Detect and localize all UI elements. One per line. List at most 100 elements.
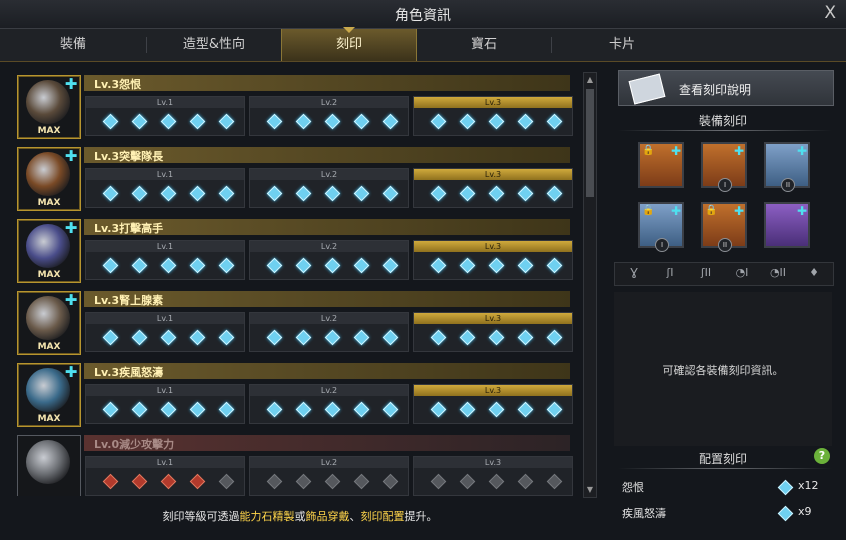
plus-icon: ✚ xyxy=(733,144,744,158)
level-3-box: Lv.3 xyxy=(413,384,573,424)
gem-icon xyxy=(382,185,399,202)
engraving-name: Lv.3打擊高手 xyxy=(94,222,164,235)
ring-1-icon[interactable]: ◔I xyxy=(727,266,757,282)
level-label: Lv.3 xyxy=(414,457,572,468)
engraving-name: Lv.3腎上腺素 xyxy=(94,294,164,307)
plus-icon: ✚ xyxy=(64,291,78,309)
plus-icon: ✚ xyxy=(64,75,78,93)
gem-icon xyxy=(488,401,505,418)
gem-icon xyxy=(430,401,447,418)
gem-icon xyxy=(382,473,399,490)
plus-icon: ✚ xyxy=(64,363,78,381)
tab-gems[interactable]: 寶石 xyxy=(417,29,551,61)
config-row: 疾風怒濤 x9 xyxy=(622,505,812,522)
gem-icon xyxy=(459,329,476,346)
tab-equipment[interactable]: 裝備 xyxy=(0,29,146,61)
gem-icon xyxy=(160,185,177,202)
footer-hint: 刻印等級可透過能力石精製或飾品穿戴、刻印配置提升。 xyxy=(162,510,438,523)
engraving-list: ✚ MAX Lv.3怨恨 Lv.1 Lv.2 Lv.3 ✚ MAX Lv.3突擊隊長 Lv.1 Lv… xyxy=(14,72,576,496)
gem-icon xyxy=(382,257,399,274)
gem-icon xyxy=(488,473,505,490)
gem-icon xyxy=(218,473,235,490)
level-label: Lv.1 xyxy=(86,97,244,108)
help-icon[interactable]: ? xyxy=(814,448,830,464)
scroll-down-icon[interactable]: ▼ xyxy=(585,485,595,495)
engraving-name-bar: Lv.3腎上腺素 xyxy=(84,291,570,307)
equip-item-3[interactable]: ✚ II xyxy=(764,142,810,192)
right-panel: 查看刻印說明 裝備刻印 🔒 ✚ ✚ I ✚ II 🔒 ✚ I 🔒 ✚ II ✚ Ɣ ʃI ʃI… xyxy=(610,66,836,536)
window-title: 角色資訊 xyxy=(395,8,451,24)
gem-icon xyxy=(324,113,341,130)
gem-icon xyxy=(295,473,312,490)
gem-icon xyxy=(102,329,119,346)
level-2-box: Lv.2 xyxy=(249,384,409,424)
max-badge: MAX xyxy=(37,198,61,208)
tab-cards[interactable]: 卡片 xyxy=(552,29,692,61)
gem-icon xyxy=(382,113,399,130)
engraving-scrollbar[interactable]: ▲ ▼ xyxy=(583,72,597,498)
gem-icon xyxy=(459,113,476,130)
engraving-icon[interactable]: ✚ MAX xyxy=(17,291,81,355)
level-3-box: Lv.3 xyxy=(413,456,573,496)
scroll-thumb[interactable] xyxy=(586,89,594,197)
gem-icon xyxy=(295,329,312,346)
gem-icon xyxy=(324,473,341,490)
engraving-icon[interactable]: ✚ MAX xyxy=(17,363,81,427)
gem-icon xyxy=(131,473,148,490)
view-engraving-guide-button[interactable]: 查看刻印說明 xyxy=(618,70,834,106)
equip-item-4[interactable]: 🔒 ✚ I xyxy=(638,202,684,252)
gem-icon xyxy=(430,473,447,490)
tab-appearance[interactable]: 造型&性向 xyxy=(147,29,281,61)
gem-icon xyxy=(160,473,177,490)
plus-icon: ✚ xyxy=(733,204,744,218)
engraving-row: ✚ MAX Lv.3腎上腺素 Lv.1 Lv.2 Lv.3 xyxy=(14,288,573,355)
engraving-icon[interactable]: ✚ MAX xyxy=(17,219,81,283)
gem-icon xyxy=(266,473,283,490)
gem-icon xyxy=(353,473,370,490)
equip-item-6[interactable]: ✚ xyxy=(764,202,810,248)
equip-engraving-header: 裝備刻印 xyxy=(698,114,747,128)
close-icon[interactable]: X xyxy=(824,3,836,23)
gem-icon xyxy=(353,257,370,274)
gem-icon xyxy=(353,113,370,130)
engraving-icon[interactable]: ✚ MAX xyxy=(17,147,81,211)
necklace-icon[interactable]: Ɣ xyxy=(619,266,649,282)
ring-2-icon[interactable]: ◔II xyxy=(763,266,793,282)
gem-icon xyxy=(546,473,563,490)
gem-icon xyxy=(353,401,370,418)
engraving-row: ✚ MAX Lv.3打擊高手 Lv.1 Lv.2 Lv.3 xyxy=(14,216,573,283)
gem-icon xyxy=(218,257,235,274)
equip-item-1[interactable]: 🔒 ✚ xyxy=(638,142,684,188)
level-label: Lv.2 xyxy=(250,385,408,396)
max-badge: MAX xyxy=(37,126,61,136)
tab-engraving[interactable]: 刻印 xyxy=(281,29,417,61)
plus-icon: ✚ xyxy=(670,204,681,218)
gem-icon xyxy=(430,257,447,274)
max-badge: MAX xyxy=(37,414,61,424)
config-row: 怨恨 x12 xyxy=(622,479,819,496)
earring-1-icon[interactable]: ʃI xyxy=(655,266,685,282)
level-3-box: Lv.3 xyxy=(413,96,573,136)
gem-icon xyxy=(160,113,177,130)
equip-item-5[interactable]: 🔒 ✚ II xyxy=(701,202,747,252)
gem-icon xyxy=(102,401,119,418)
gem-icon xyxy=(777,505,794,522)
gem-icon xyxy=(382,329,399,346)
engraving-name-bar: Lv.3疾風怒濤 xyxy=(84,363,570,379)
gem-icon xyxy=(488,113,505,130)
equip-item-2[interactable]: ✚ I xyxy=(701,142,747,192)
gem-icon xyxy=(546,113,563,130)
stone-filter-icon[interactable]: ♦ xyxy=(799,266,829,282)
level-label: Lv.3 xyxy=(414,169,572,180)
level-label: Lv.1 xyxy=(86,457,244,468)
engraving-icon[interactable]: ✚ MAX xyxy=(17,75,81,139)
engraving-name: Lv.0減少攻擊力 xyxy=(94,438,175,451)
level-2-box: Lv.2 xyxy=(249,312,409,352)
engraving-icon[interactable] xyxy=(17,435,81,496)
level-2-box: Lv.2 xyxy=(249,96,409,136)
tab-bar: 裝備 造型&性向 刻印 寶石 卡片 xyxy=(0,29,846,62)
earring-2-icon[interactable]: ʃII xyxy=(691,266,721,282)
level-label: Lv.1 xyxy=(86,169,244,180)
gem-icon xyxy=(218,113,235,130)
scroll-up-icon[interactable]: ▲ xyxy=(585,75,595,85)
